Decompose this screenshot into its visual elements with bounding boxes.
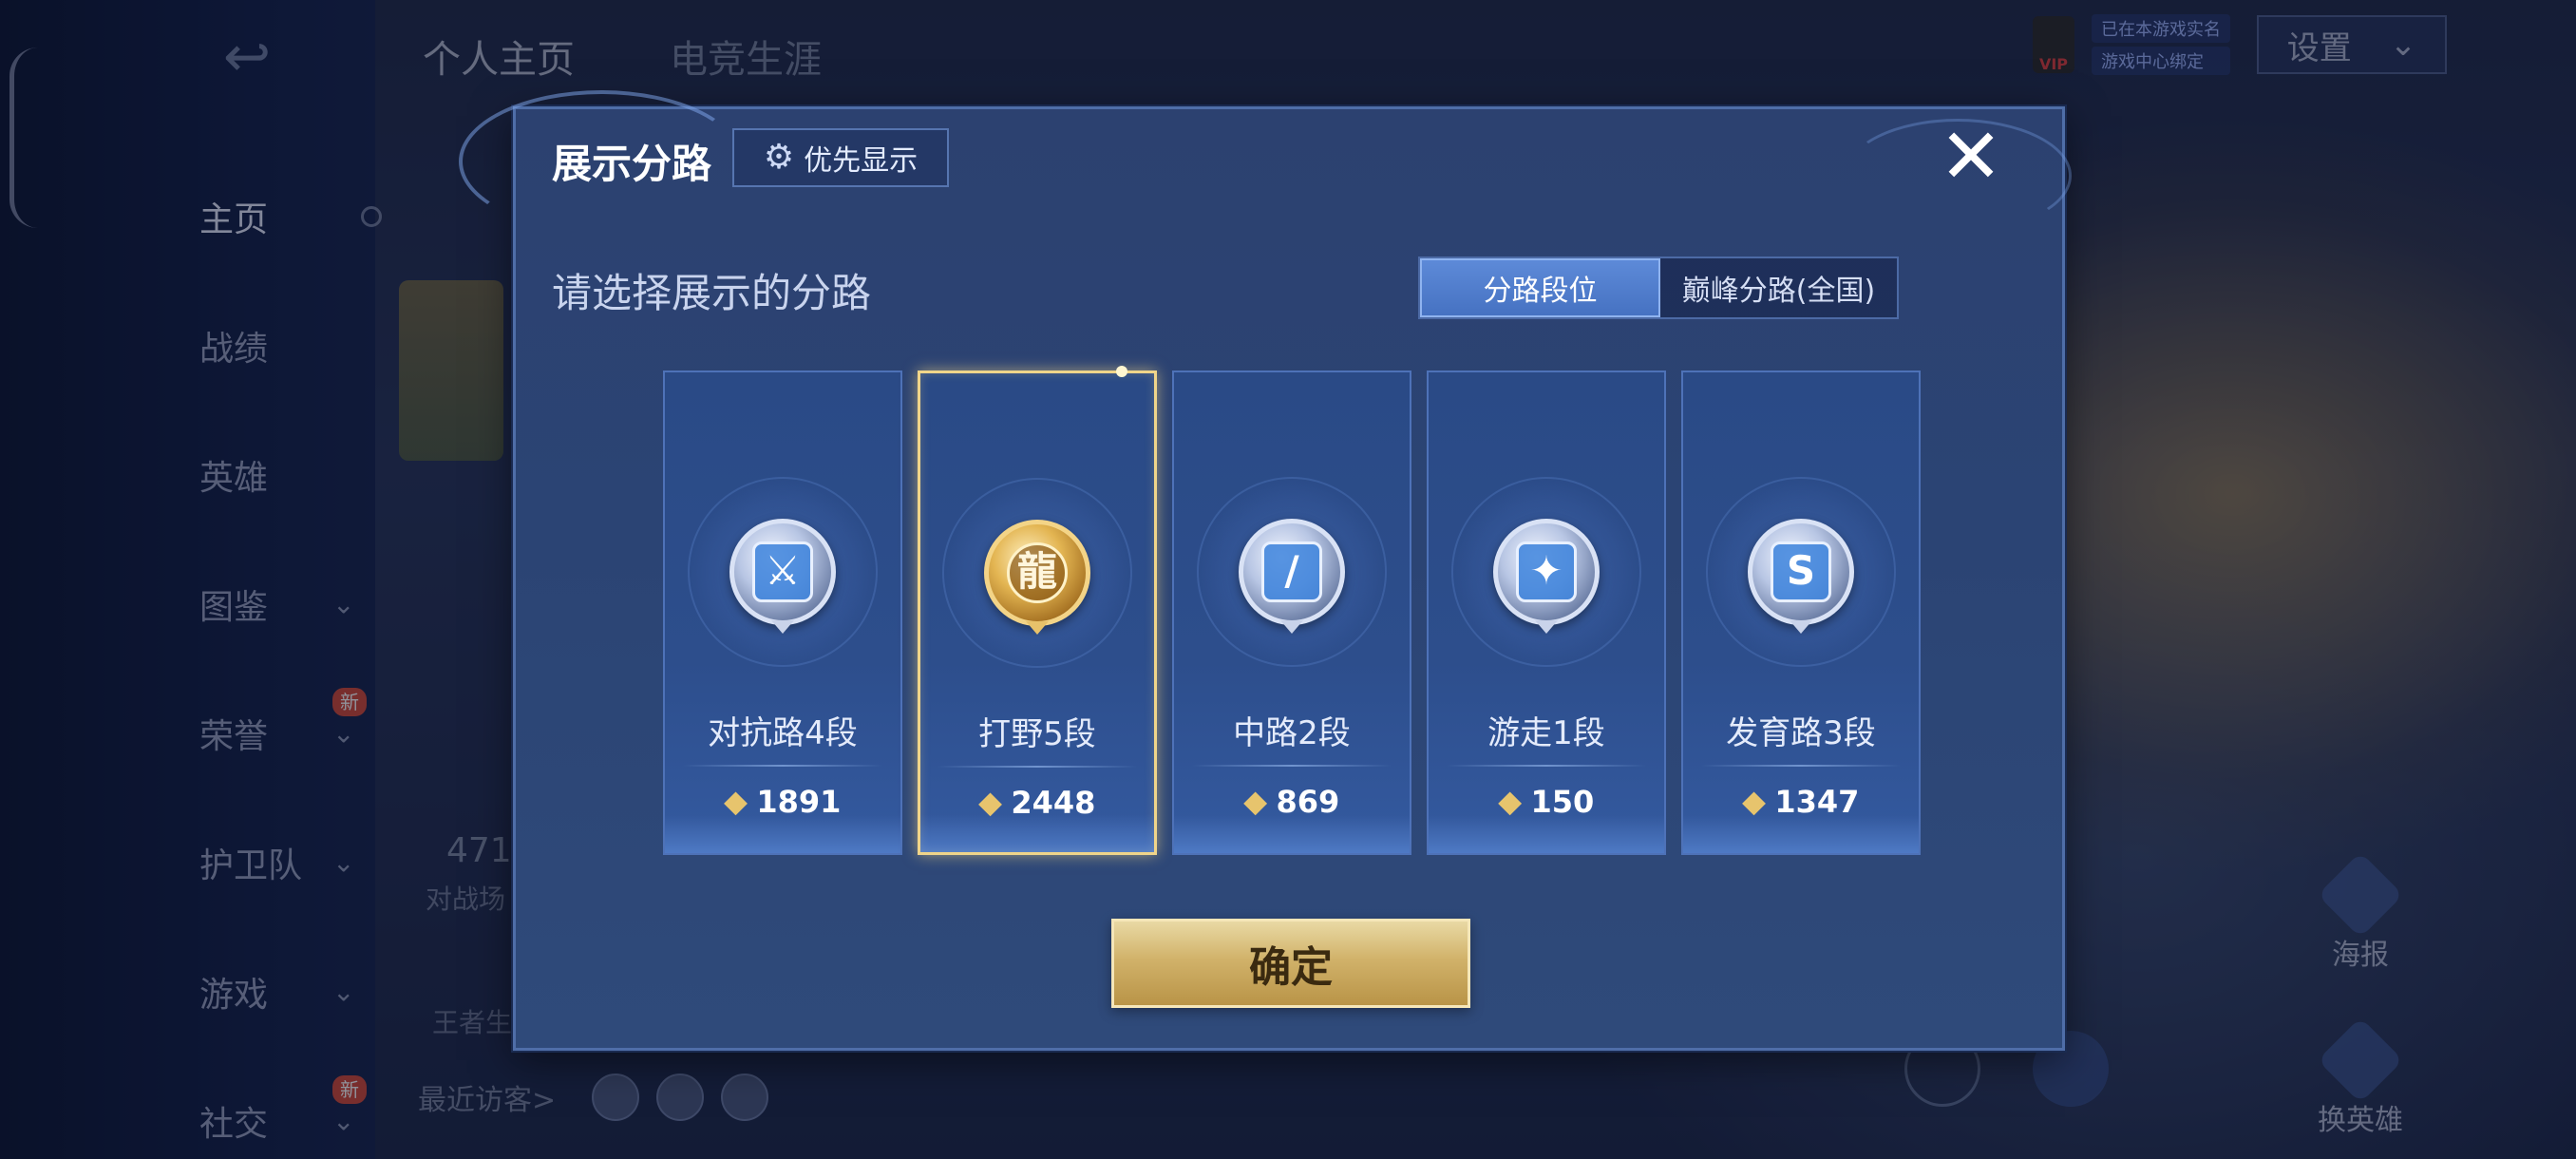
divider — [683, 765, 882, 767]
dragon-icon: 龍 — [984, 520, 1090, 635]
badge-halo: ✦ — [1451, 477, 1641, 667]
rank-type-toggle: 分路段位 巅峰分路(全国) — [1418, 256, 1899, 319]
lane-card[interactable]: ⚔ 对抗路4段 ⬥ 1891 — [663, 370, 902, 855]
lane-card[interactable]: / 中路2段 ⬥ 869 — [1172, 370, 1411, 855]
divider — [1192, 765, 1392, 767]
card-glow — [920, 814, 1154, 852]
priority-display-button[interactable]: ⚙ 优先显示 — [732, 128, 949, 187]
lane-cards: ⚔ 对抗路4段 ⬥ 1891 龍打野5段 ⬥ 2448/中路2段 ⬥ 869 ✦ 游走1段 ⬥ 150 S… — [663, 366, 1921, 855]
score-icon: ⬥ — [1243, 783, 1267, 821]
divider — [1701, 765, 1901, 767]
badge-halo: 龍 — [942, 478, 1132, 668]
close-icon[interactable]: ✕ — [1937, 119, 2005, 195]
lane-rank-label: 发育路3段 — [1726, 714, 1876, 752]
score-icon: ⬥ — [724, 783, 748, 821]
lane-glyph: S — [1771, 542, 1831, 602]
lane-card[interactable]: 龍打野5段 ⬥ 2448 — [918, 366, 1157, 855]
modal-subtitle: 请选择展示的分路 — [552, 270, 872, 316]
lane-rank-label: 游走1段 — [1487, 714, 1605, 752]
lane-display-modal: 展示分路 ⚙ 优先显示 ✕ 请选择展示的分路 分路段位 巅峰分路(全国) ⚔ 对抗… — [459, 90, 2072, 1051]
gear-icon: ⚙ — [763, 138, 795, 177]
score-icon: ⬥ — [1742, 783, 1766, 821]
card-glow — [665, 815, 900, 853]
lane-card[interactable]: ✦ 游走1段 ⬥ 150 — [1427, 370, 1666, 855]
tab-peak-lane-national[interactable]: 巅峰分路(全国) — [1660, 258, 1897, 317]
card-glow — [1683, 815, 1919, 853]
lane-glyph: ✦ — [1516, 542, 1577, 602]
priority-display-label: 优先显示 — [804, 144, 919, 178]
divider — [1447, 765, 1646, 767]
wings-icon: ✦ — [1493, 519, 1600, 634]
divider — [938, 766, 1137, 768]
lane-rank-label: 中路2段 — [1233, 714, 1351, 752]
card-glow — [1174, 815, 1410, 853]
confirm-button[interactable]: 确定 — [1111, 919, 1470, 1008]
lane-card[interactable]: S 发育路3段 ⬥ 1347 — [1681, 370, 1921, 855]
arrow-cycle-icon: S — [1748, 519, 1854, 634]
badge-halo: S — [1706, 477, 1896, 667]
slash-icon: / — [1239, 519, 1345, 634]
sword-clash-icon: ⚔ — [729, 519, 836, 634]
badge-halo: ⚔ — [688, 477, 878, 667]
card-glow — [1429, 815, 1664, 853]
lane-glyph: ⚔ — [752, 542, 813, 602]
tab-lane-rank[interactable]: 分路段位 — [1420, 258, 1660, 317]
lane-rank-label: 打野5段 — [978, 715, 1096, 753]
lane-rank-label: 对抗路4段 — [708, 714, 858, 752]
badge-halo: / — [1197, 477, 1387, 667]
modal-title: 展示分路 — [552, 141, 712, 187]
score-icon: ⬥ — [1498, 783, 1522, 821]
lane-glyph: 龍 — [1007, 542, 1068, 603]
lane-glyph: / — [1261, 542, 1322, 602]
